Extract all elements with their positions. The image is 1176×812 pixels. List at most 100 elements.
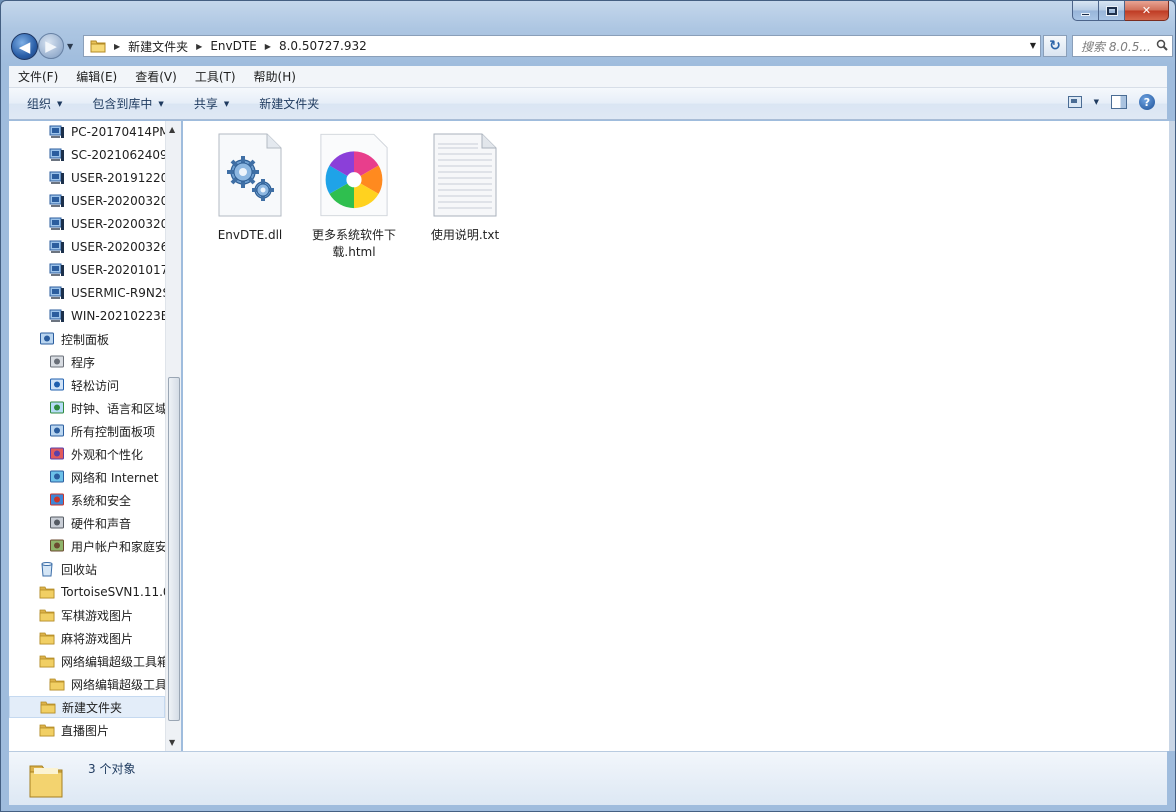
search-icon [1156, 39, 1168, 51]
nav-item[interactable]: 程序 [9, 351, 165, 373]
nav-item[interactable]: 外观和个性化 [9, 443, 165, 465]
recycle-bin-icon [39, 561, 55, 577]
nav-item-label: 网络编辑超级工具箱 [71, 677, 165, 692]
nav-item[interactable]: USER-20200320. [9, 190, 165, 212]
minimize-button[interactable] [1072, 1, 1099, 21]
network-icon [49, 469, 65, 485]
file-list-area[interactable]: EnvDTE.dll 更多系统软件下 载.html 使用说明.txt [183, 121, 1169, 751]
nav-item[interactable]: USERMIC-R9N2S [9, 282, 165, 304]
folder-icon [90, 40, 106, 53]
system-security-icon [49, 492, 65, 508]
include-library-label: 包含到库中 [92, 97, 153, 111]
maximize-button[interactable] [1099, 1, 1125, 21]
breadcrumb-separator[interactable]: ▶ [265, 42, 271, 51]
nav-item[interactable]: 所有控制面板项 [9, 420, 165, 442]
nav-item[interactable]: 麻将游戏图片 [9, 627, 165, 649]
item-count: 3 个对象 [88, 762, 136, 776]
nav-item-label: 麻将游戏图片 [61, 631, 134, 646]
search-input[interactable]: 搜索 8.0.5... [1072, 35, 1173, 57]
breadcrumb-item[interactable]: 8.0.50727.932 [279, 39, 367, 53]
preview-pane-icon[interactable] [1111, 95, 1127, 109]
scroll-up-icon[interactable]: ▲ [169, 125, 175, 134]
back-button[interactable]: ◀ [11, 33, 38, 60]
nav-item[interactable]: 回收站 [9, 558, 165, 580]
menu-view[interactable]: 查看(V) [126, 68, 186, 85]
nav-item[interactable]: 直播图片 [9, 719, 165, 741]
nav-item[interactable]: SC-202106240911 [9, 144, 165, 166]
nav-item-label: 用户帐户和家庭安全 [71, 539, 165, 554]
address-dropdown[interactable]: ▼ [1030, 41, 1036, 50]
file-name: EnvDTE.dll [217, 228, 283, 242]
content-scrollbar-edge [1169, 121, 1175, 751]
programs-icon [49, 354, 65, 370]
file-item[interactable]: EnvDTE.dll [204, 129, 296, 244]
nav-item[interactable]: 硬件和声音 [9, 512, 165, 534]
address-bar[interactable]: ▶ 新建文件夹 ▶ EnvDTE ▶ 8.0.50727.932 ▼ [83, 35, 1041, 57]
nav-item[interactable]: 网络编辑超级工具箱 [9, 650, 165, 672]
control-panel-icon [39, 331, 55, 347]
file-name: 使用说明.txt [430, 228, 500, 242]
nav-item-label: USER-20200320I [71, 217, 165, 231]
text-file-icon [433, 133, 497, 217]
nav-item-label: WIN-20210223E [71, 309, 165, 323]
menu-edit[interactable]: 编辑(E) [67, 68, 126, 85]
command-bar-right: ▼ ? [1067, 94, 1155, 110]
nav-item[interactable]: WIN-20210223E [9, 305, 165, 327]
folder-icon [40, 699, 56, 715]
nav-item[interactable]: PC-20170414PM [9, 121, 165, 143]
chevron-down-icon: ▼ [158, 99, 164, 108]
nav-item[interactable]: USER-20200326V [9, 236, 165, 258]
nav-item-label: 所有控制面板项 [71, 424, 156, 439]
share-label: 共享 [193, 97, 218, 111]
nav-item[interactable]: 控制面板 [9, 328, 165, 350]
nav-item-label: 硬件和声音 [71, 516, 132, 531]
navigation-scrollbar[interactable]: ▲ ▼ [165, 121, 181, 751]
file-item[interactable]: 更多系统软件下 载.html [308, 129, 400, 261]
folder-icon [39, 653, 55, 669]
scrollbar-thumb[interactable] [168, 377, 180, 721]
nav-item[interactable]: 用户帐户和家庭安全 [9, 535, 165, 557]
nav-item[interactable]: 系统和安全 [9, 489, 165, 511]
nav-item[interactable]: 轻松访问 [9, 374, 165, 396]
breadcrumb-separator[interactable]: ▶ [196, 42, 202, 51]
change-view-icon[interactable] [1067, 96, 1082, 108]
breadcrumb-item[interactable]: 新建文件夹 [128, 38, 188, 55]
nav-item[interactable]: 时钟、语言和区域 [9, 397, 165, 419]
file-item[interactable]: 使用说明.txt [419, 129, 511, 244]
nav-item[interactable]: 新建文件夹 [9, 696, 165, 718]
help-icon[interactable]: ? [1139, 94, 1155, 110]
nav-item[interactable]: USER-20201017I [9, 259, 165, 281]
nav-item[interactable]: 网络编辑超级工具箱 [9, 673, 165, 695]
nav-item-label: USERMIC-R9N2S [71, 286, 165, 300]
menu-tools[interactable]: 工具(T) [186, 68, 245, 85]
scroll-down-icon[interactable]: ▼ [169, 738, 175, 747]
address-row: ◀ ▶ ▼ ▶ 新建文件夹 ▶ EnvDTE ▶ 8.0.50727.932 ▼… [9, 31, 1173, 62]
breadcrumb-item[interactable]: EnvDTE [210, 39, 256, 53]
forward-button[interactable]: ▶ [38, 33, 64, 59]
menu-file[interactable]: 文件(F) [9, 68, 67, 85]
share-button[interactable]: 共享 ▼ [176, 95, 241, 112]
new-folder-button[interactable]: 新建文件夹 [241, 95, 331, 112]
breadcrumb-separator[interactable]: ▶ [114, 42, 120, 51]
computer-icon [49, 147, 65, 163]
computer-icon [49, 216, 65, 232]
nav-item-label: TortoiseSVN1.11.0 [61, 585, 165, 599]
close-button[interactable]: ✕ [1125, 1, 1169, 21]
nav-item[interactable]: USER-20200320I [9, 213, 165, 235]
menu-help[interactable]: 帮助(H) [245, 68, 305, 85]
nav-item-label: PC-20170414PM [71, 125, 165, 139]
nav-item[interactable]: TortoiseSVN1.11.0 [9, 581, 165, 603]
refresh-button[interactable]: ↻ [1043, 35, 1067, 57]
folder-icon [39, 607, 55, 623]
include-in-library-button[interactable]: 包含到库中 ▼ [74, 95, 175, 112]
nav-item-label: 回收站 [61, 562, 98, 577]
view-dropdown-icon[interactable]: ▼ [1094, 98, 1099, 106]
nav-item[interactable]: 网络和 Internet [9, 466, 165, 488]
nav-item-label: 外观和个性化 [71, 447, 144, 462]
nav-item[interactable]: 军棋游戏图片 [9, 604, 165, 626]
organize-button[interactable]: 组织 ▼ [9, 95, 74, 112]
nav-item[interactable]: USER-20191220B [9, 167, 165, 189]
nav-item-label: 网络和 Internet [71, 470, 159, 485]
recent-pages-dropdown[interactable]: ▼ [67, 42, 73, 51]
clock-language-icon [49, 400, 65, 416]
